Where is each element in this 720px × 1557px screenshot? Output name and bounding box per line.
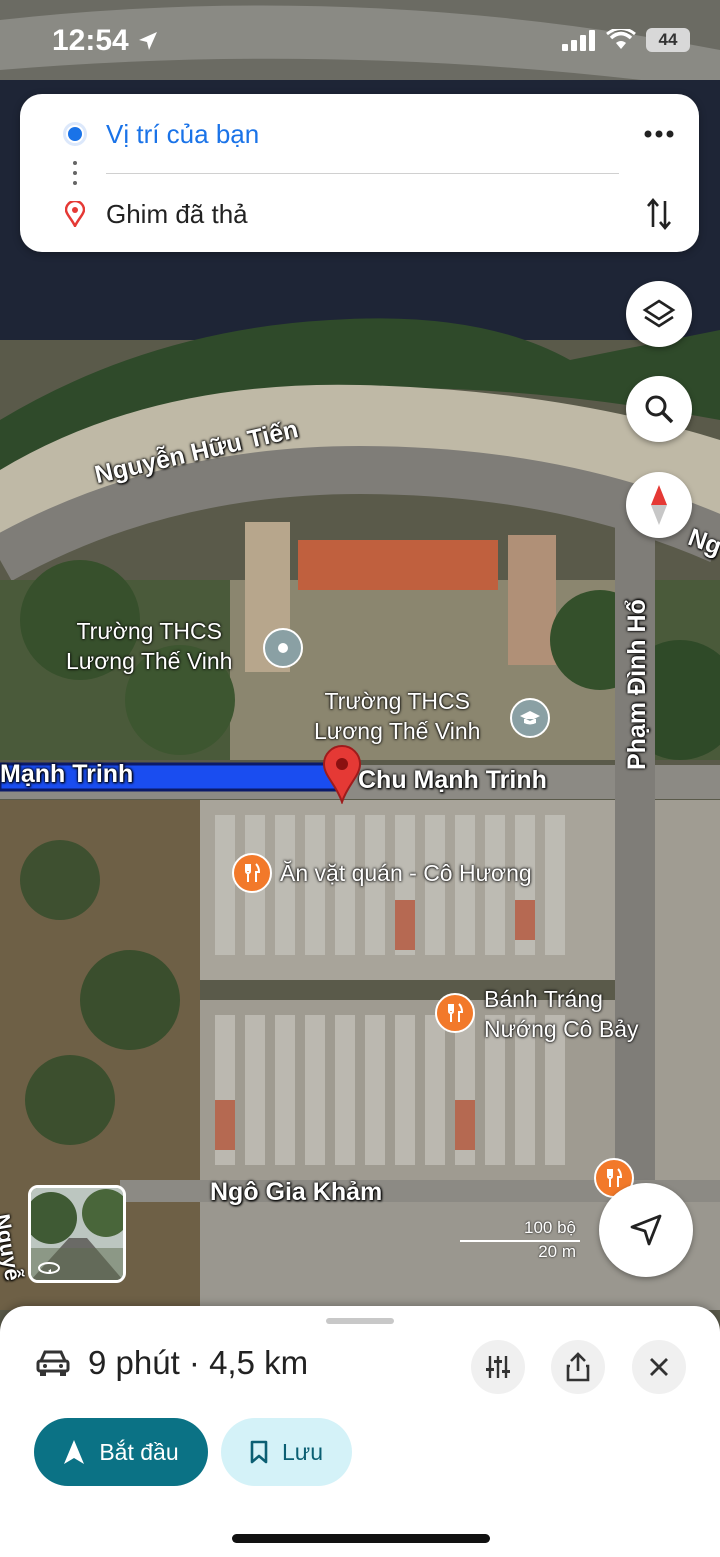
road-label-ngo-gia-kham: Ngô Gia Khảm xyxy=(210,1178,383,1206)
origin-field[interactable]: Vị trí của bạn xyxy=(20,104,699,164)
poi-label-banh-trang[interactable]: Bánh Tráng Nướng Cô Bảy xyxy=(484,984,639,1044)
directions-sheet: 9 phút · 4,5 km Bắt đầu Lưu xyxy=(0,1306,720,1557)
search-icon xyxy=(645,395,674,424)
tune-icon xyxy=(486,1356,510,1378)
more-options-button[interactable] xyxy=(634,112,684,156)
start-navigation-button[interactable]: Bắt đầu xyxy=(34,1418,208,1486)
rotate-360-icon xyxy=(38,1262,60,1274)
road-label-pham-dinh-ho: Phạm Đình Hổ xyxy=(623,599,651,770)
wifi-icon xyxy=(606,29,636,49)
bookmark-icon xyxy=(250,1440,268,1464)
destination-field[interactable]: Ghim đã thả xyxy=(20,184,699,244)
location-arrow-icon xyxy=(139,32,158,50)
close-icon xyxy=(650,1358,668,1376)
save-button[interactable]: Lưu xyxy=(221,1418,352,1486)
road-label-chu-manh-trinh-left: Mạnh Trinh xyxy=(0,760,134,788)
map-scale: 100 bộ 20 m xyxy=(460,1218,580,1262)
battery-indicator: 44 xyxy=(646,28,690,52)
layers-button[interactable] xyxy=(626,281,692,347)
poi-label-school-1[interactable]: Trường THCS Lương Thế Vinh xyxy=(66,616,232,676)
sheet-drag-handle[interactable] xyxy=(326,1318,394,1324)
poi-label-school-2[interactable]: Trường THCS Lương Thế Vinh xyxy=(314,686,480,746)
restaurant-icon[interactable] xyxy=(435,993,475,1033)
destination-label: Ghim đã thả xyxy=(106,198,248,229)
swap-route-button[interactable] xyxy=(634,192,684,236)
route-options-button[interactable] xyxy=(471,1340,525,1394)
layers-icon xyxy=(642,299,676,328)
share-icon xyxy=(566,1352,590,1382)
route-card: Vị trí của bạn Ghim đã thả xyxy=(20,94,699,252)
road-label-chu-manh-trinh: Chu Mạnh Trinh xyxy=(358,766,547,794)
compass-icon xyxy=(651,485,667,525)
search-button[interactable] xyxy=(626,376,692,442)
place-pin-icon[interactable] xyxy=(263,628,303,668)
navigation-arrow-icon xyxy=(630,1214,662,1246)
navigation-icon xyxy=(64,1440,85,1464)
status-bar: 12:54 44 xyxy=(0,0,720,80)
swap-icon xyxy=(647,197,671,231)
status-time: 12:54 xyxy=(52,24,159,58)
cellular-signal-icon xyxy=(562,30,595,51)
origin-label: Vị trí của bạn xyxy=(106,118,260,149)
share-button[interactable] xyxy=(551,1340,605,1394)
school-icon[interactable] xyxy=(510,698,550,738)
home-indicator xyxy=(232,1534,490,1543)
route-divider xyxy=(106,173,619,174)
destination-pin-icon xyxy=(65,201,85,227)
car-icon xyxy=(36,1350,70,1376)
my-location-button[interactable] xyxy=(599,1183,693,1277)
restaurant-icon[interactable] xyxy=(232,853,272,893)
origin-dot-icon xyxy=(63,122,87,146)
poi-label-an-vat-quan[interactable]: Ăn vặt quán - Cô Hương xyxy=(280,858,532,888)
dropped-pin-icon[interactable] xyxy=(322,744,362,809)
trip-summary: 9 phút · 4,5 km xyxy=(36,1344,308,1382)
compass-button[interactable] xyxy=(626,472,692,538)
trip-time-distance: 9 phút · 4,5 km xyxy=(88,1344,309,1381)
street-view-thumbnail[interactable] xyxy=(28,1185,126,1283)
more-vert-icon xyxy=(644,130,674,138)
close-button[interactable] xyxy=(632,1340,686,1394)
